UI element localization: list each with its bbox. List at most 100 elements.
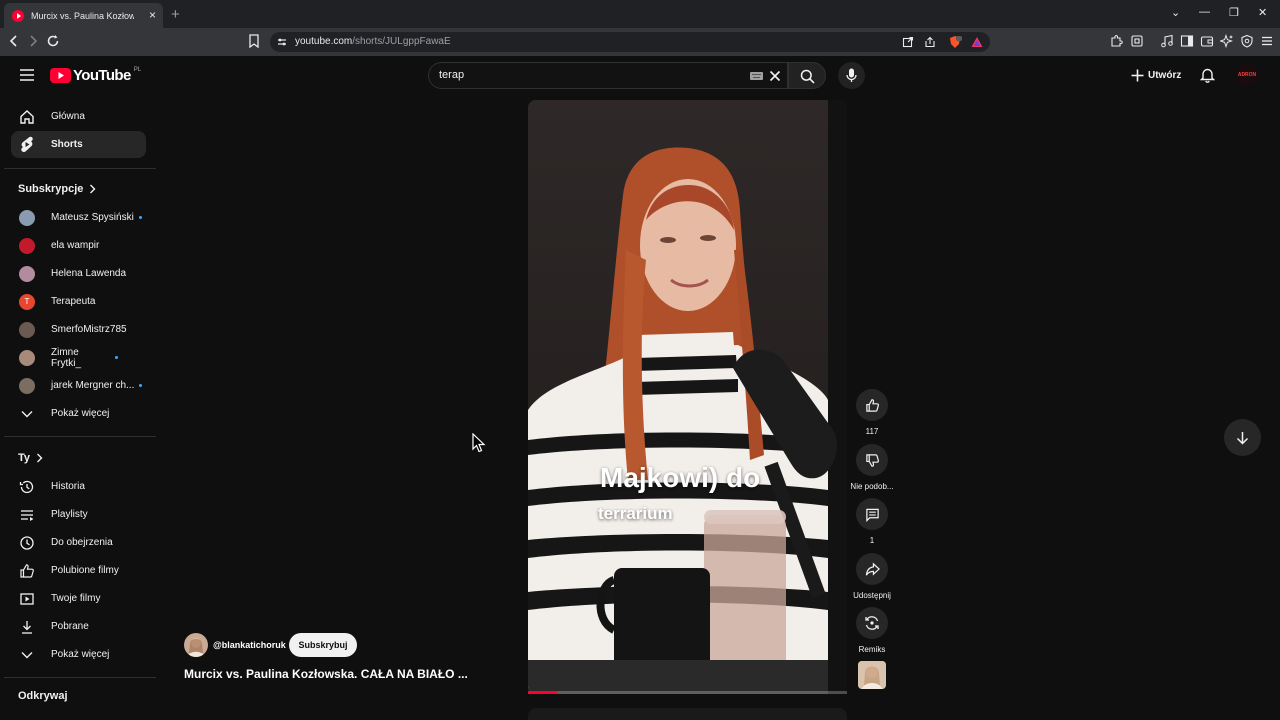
- create-button[interactable]: Utwórz: [1125, 63, 1185, 87]
- subscription-item[interactable]: T Terapeuta: [11, 288, 146, 315]
- microphone-icon: [846, 68, 857, 83]
- video-progress-bar[interactable]: [528, 691, 847, 694]
- search-input-value: terap: [439, 69, 465, 81]
- account-avatar[interactable]: ADRON: [1236, 64, 1258, 86]
- share-page-icon[interactable]: [924, 36, 936, 48]
- open-in-app-icon[interactable]: [902, 36, 914, 48]
- sidebar-item-downloads[interactable]: Pobrane: [11, 613, 146, 640]
- short-video-player[interactable]: Majkowi) do terrarium: [528, 100, 847, 694]
- channel-avatar: [19, 209, 35, 226]
- video-caption-line2: terrarium: [598, 504, 673, 523]
- sidebar-item-shorts[interactable]: Shorts: [11, 131, 146, 158]
- tab-search-icon[interactable]: ⌄: [1171, 6, 1180, 19]
- mouse-cursor-icon: [472, 433, 486, 453]
- keyboard-icon[interactable]: [750, 72, 763, 80]
- dislike-button[interactable]: [856, 444, 888, 476]
- reload-icon[interactable]: [46, 34, 60, 48]
- sidebar-item-liked-videos[interactable]: Polubione filmy: [11, 557, 146, 584]
- video-progress-fill: [528, 691, 557, 694]
- share-label: Udostępnij: [853, 591, 891, 600]
- search-button[interactable]: [788, 62, 826, 89]
- brave-shields-icon[interactable]: [948, 35, 962, 49]
- menu-icon[interactable]: [1260, 34, 1274, 48]
- wallet-extension-icon[interactable]: [1130, 34, 1144, 48]
- browser-tabstrip: Murcix vs. Paulina Kozłowska × + ⌄ — ❐ ✕: [0, 0, 1280, 28]
- site-info-icon[interactable]: [277, 37, 287, 47]
- maximize-button[interactable]: ❐: [1229, 6, 1239, 19]
- youtube-logo-icon: [50, 68, 71, 83]
- subscription-item[interactable]: jarek Mergner ch...: [11, 372, 146, 399]
- remix-button[interactable]: [856, 607, 888, 639]
- shorts-icon: [19, 136, 35, 153]
- sidebar-item-watch-later[interactable]: Do obejrzenia: [11, 529, 146, 556]
- like-button[interactable]: [856, 389, 888, 421]
- remix-label: Remiks: [858, 645, 886, 654]
- leo-ai-icon[interactable]: [1220, 34, 1234, 48]
- sidebar-divider: [4, 168, 156, 169]
- browser-tab[interactable]: Murcix vs. Paulina Kozłowska ×: [4, 3, 163, 28]
- thumbs-down-icon: [865, 453, 880, 468]
- wallet-icon[interactable]: [1200, 34, 1214, 48]
- close-window-button[interactable]: ✕: [1258, 6, 1267, 19]
- home-icon: [19, 109, 35, 125]
- channel-avatar: [19, 321, 35, 338]
- tab-title: Murcix vs. Paulina Kozłowska: [31, 10, 134, 21]
- subscription-label: SmerfoMistrz785: [51, 324, 127, 335]
- subscription-item[interactable]: Mateusz Spysiński: [11, 204, 146, 231]
- search-input[interactable]: terap: [428, 62, 788, 89]
- sidebar-divider: [4, 436, 156, 437]
- back-icon[interactable]: [8, 34, 20, 48]
- history-icon: [19, 479, 35, 495]
- explore-title: Odkrywaj: [18, 690, 68, 702]
- new-content-dot: [138, 216, 142, 219]
- extensions-icon[interactable]: [1109, 34, 1123, 48]
- sidebar-item-home[interactable]: Główna: [11, 103, 146, 130]
- sidebar-item-your-videos[interactable]: Twoje filmy: [11, 585, 146, 612]
- sidebar-item-label: Polubione filmy: [51, 565, 119, 576]
- show-more-label: Pokaż więcej: [51, 649, 110, 660]
- channel-avatar[interactable]: [184, 633, 208, 657]
- guide-menu-icon[interactable]: [19, 68, 35, 82]
- voice-search-button[interactable]: [838, 62, 865, 89]
- media-controls-icon[interactable]: [1160, 34, 1174, 48]
- you-heading[interactable]: Ty: [18, 452, 43, 464]
- subscription-label: Zimne Frytki_: [51, 346, 81, 369]
- sidebar-toggle-icon[interactable]: [1180, 34, 1194, 48]
- vpn-shield-icon[interactable]: [1240, 34, 1254, 48]
- url-path: /shorts/JULgppFawaE: [352, 36, 451, 47]
- subscriptions-title: Subskrypcje: [18, 183, 84, 195]
- dislike-label: Nie podob...: [850, 482, 894, 491]
- subscription-item[interactable]: Zimne Frytki_: [11, 344, 146, 371]
- share-button[interactable]: [856, 553, 888, 585]
- sound-thumbnail[interactable]: [858, 661, 886, 689]
- tab-close-icon[interactable]: ×: [149, 8, 156, 22]
- comments-button[interactable]: [856, 498, 888, 530]
- clear-search-icon[interactable]: [769, 70, 781, 82]
- youtube-logo[interactable]: YouTube PL: [50, 67, 141, 84]
- bookmark-icon[interactable]: [248, 34, 260, 48]
- subscription-label: ela wampir: [51, 240, 100, 251]
- address-bar[interactable]: youtube.com/shorts/JULgppFawaE: [270, 32, 990, 52]
- sidebar-item-history[interactable]: Historia: [11, 473, 146, 500]
- sidebar-item-playlists[interactable]: Playlisty: [11, 501, 146, 528]
- notifications-bell-icon[interactable]: [1200, 67, 1215, 83]
- subscription-item[interactable]: SmerfoMistrz785: [11, 316, 146, 343]
- chevron-right-icon: [36, 453, 43, 463]
- url-text: youtube.com/shorts/JULgppFawaE: [295, 36, 451, 47]
- short-title[interactable]: Murcix vs. Paulina Kozłowska. CAŁA NA BI…: [184, 667, 468, 681]
- next-short-button[interactable]: [1224, 419, 1261, 456]
- subscribe-button[interactable]: Subskrybuj: [289, 633, 357, 657]
- comment-icon: [865, 507, 880, 522]
- watch-later-icon: [19, 535, 35, 551]
- subscription-item[interactable]: ela wampir: [11, 232, 146, 259]
- new-tab-button[interactable]: +: [171, 6, 180, 23]
- brave-rewards-icon[interactable]: [970, 35, 984, 49]
- show-more-you[interactable]: Pokaż więcej: [11, 641, 146, 668]
- show-more-label: Pokaż więcej: [51, 408, 110, 419]
- forward-icon[interactable]: [27, 34, 39, 48]
- minimize-button[interactable]: —: [1199, 6, 1210, 18]
- channel-handle[interactable]: @blankatichoruk: [213, 640, 286, 650]
- subscriptions-heading[interactable]: Subskrypcje: [18, 183, 96, 195]
- show-more-subscriptions[interactable]: Pokaż więcej: [11, 400, 146, 427]
- subscription-item[interactable]: Helena Lawenda: [11, 260, 146, 287]
